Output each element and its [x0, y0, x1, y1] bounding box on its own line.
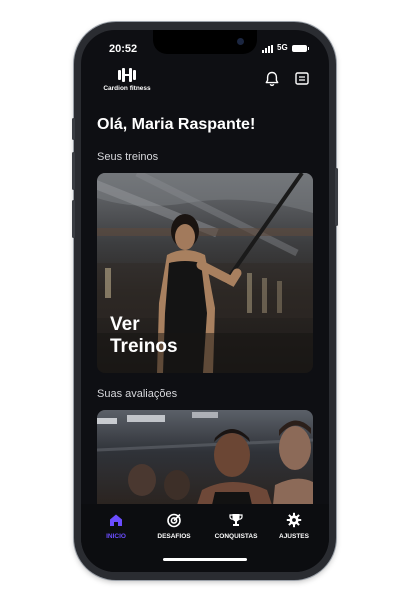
- tab-bar: INICIO DESAFIOS CONQUISTAS AJUSTES: [81, 504, 329, 572]
- power-button: [335, 168, 338, 226]
- app-logo: Cardion fitness: [97, 68, 157, 92]
- target-icon: [167, 513, 181, 528]
- status-bar: 20:52 5G: [81, 30, 329, 62]
- greeting: Olá, Maria Raspante!: [97, 116, 256, 133]
- message-icon: [295, 72, 309, 85]
- workouts-card[interactable]: Ver Treinos: [97, 173, 313, 373]
- app-screen: 20:52 5G Cardion fitness Olá, Maria Rasp…: [81, 30, 329, 572]
- notification-button[interactable]: [263, 70, 281, 88]
- app-name: Cardion fitness: [103, 85, 151, 92]
- assessments-section-title: Suas avaliações: [97, 388, 178, 400]
- workouts-card-title-line2: Treinos: [110, 336, 178, 357]
- network-label: 5G: [277, 43, 288, 52]
- battery-icon: [292, 45, 309, 52]
- signal-icon: [262, 45, 274, 53]
- tab-label: AJUSTES: [279, 533, 309, 540]
- tab-inicio[interactable]: INICIO: [85, 512, 147, 540]
- volume-down-button: [72, 200, 75, 238]
- tab-desafios[interactable]: DESAFIOS: [143, 512, 205, 540]
- home-indicator[interactable]: [163, 558, 247, 561]
- workouts-card-title-line1: Ver: [110, 314, 140, 335]
- workouts-section-title: Seus treinos: [97, 151, 159, 163]
- silent-switch: [72, 118, 75, 140]
- gym-photo: [97, 412, 313, 505]
- trophy-icon: [229, 514, 243, 526]
- status-time: 20:52: [109, 43, 138, 55]
- gear-icon: [286, 512, 302, 528]
- tab-label: INICIO: [106, 533, 126, 540]
- tab-label: CONQUISTAS: [214, 533, 258, 540]
- dumbbell-icon: [118, 68, 136, 82]
- workouts-card-title: Ver Treinos: [110, 314, 178, 358]
- assessments-card[interactable]: [97, 410, 313, 505]
- volume-up-button: [72, 152, 75, 190]
- bell-icon: [265, 71, 279, 87]
- home-icon: [110, 514, 122, 526]
- camera-icon: [237, 38, 244, 45]
- tab-label: DESAFIOS: [157, 533, 191, 540]
- messages-button[interactable]: [293, 70, 311, 88]
- notch: [153, 30, 257, 54]
- tab-ajustes[interactable]: AJUSTES: [263, 512, 325, 540]
- tab-conquistas[interactable]: CONQUISTAS: [205, 512, 267, 540]
